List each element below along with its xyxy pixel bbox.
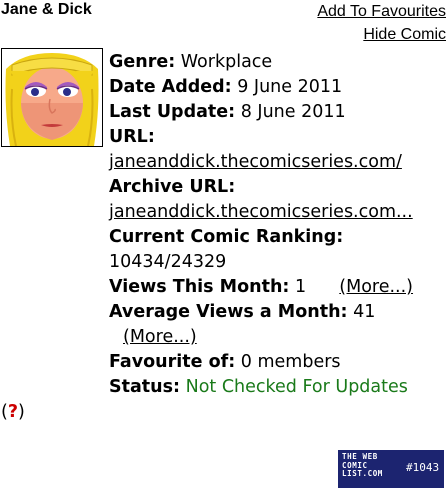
help-close-paren: ) <box>17 402 25 422</box>
ranking-label-row: Current Comic Ranking: <box>109 225 446 250</box>
avg-views-more-link[interactable]: (More...) <box>123 327 197 347</box>
views-month-label: Views This Month: <box>109 277 290 297</box>
url-label: URL: <box>109 127 155 147</box>
archive-url-label-row: Archive URL: <box>109 175 446 200</box>
avg-views-more-row: (More...) <box>109 325 446 350</box>
ranking-label: Current Comic Ranking: <box>109 227 344 247</box>
archive-url-label: Archive URL: <box>109 177 236 197</box>
status-label: Status: <box>109 377 181 397</box>
status-row: Status: Not Checked For Updates <box>109 375 446 400</box>
last-update-row: Last Update: 8 June 2011 <box>109 100 446 125</box>
avg-views-value: 41 <box>353 302 376 322</box>
date-added-value: 9 June 2011 <box>237 77 343 97</box>
status-help-row: (?) <box>1 400 25 425</box>
top-links: Add To Favourites Hide Comic <box>317 0 446 46</box>
favourite-row: Favourite of: 0 members <box>109 350 446 375</box>
favourite-label: Favourite of: <box>109 352 236 372</box>
genre-label: Genre: <box>109 52 176 72</box>
archive-url-link[interactable]: janeanddick.thecomicseries.com... <box>109 202 413 222</box>
hide-comic-link[interactable]: Hide Comic <box>317 23 446 46</box>
views-month-row: Views This Month: 1 (More...) <box>109 275 446 300</box>
logo-line-3: LIST.COM <box>342 469 383 479</box>
date-added-row: Date Added: 9 June 2011 <box>109 75 446 100</box>
cartoon-face-image <box>2 49 102 146</box>
status-help-icon[interactable]: ? <box>8 402 18 422</box>
genre-value: Workplace <box>180 52 273 72</box>
views-month-value: 1 <box>294 277 307 297</box>
genre-row: Genre: Workplace <box>109 50 446 75</box>
last-update-value: 8 June 2011 <box>240 102 346 122</box>
favourite-value: 0 members <box>240 352 341 372</box>
url-label-row: URL: <box>109 125 446 150</box>
web-comic-list-badge[interactable]: THE WEB COMIC LIST.COM #1043 <box>338 450 444 488</box>
add-to-favourites-link[interactable]: Add To Favourites <box>317 0 446 23</box>
badge-rank: #1043 <box>406 461 440 474</box>
views-month-more-link[interactable]: (More...) <box>339 277 413 297</box>
url-row: janeanddick.thecomicseries.com/ <box>109 150 446 175</box>
avg-views-label: Average Views a Month: <box>109 302 348 322</box>
comic-details: Genre: Workplace Date Added: 9 June 2011… <box>109 50 446 400</box>
archive-url-row: janeanddick.thecomicseries.com... <box>109 200 446 225</box>
last-update-label: Last Update: <box>109 102 236 122</box>
avg-views-row: Average Views a Month: 41 <box>109 300 446 325</box>
ranking-row: 10434/24329 <box>109 250 446 275</box>
comic-url-link[interactable]: janeanddick.thecomicseries.com/ <box>109 152 402 172</box>
status-value: Not Checked For Updates <box>185 377 408 397</box>
date-added-label: Date Added: <box>109 77 232 97</box>
comic-avatar[interactable] <box>1 48 103 147</box>
web-comic-list-logo: THE WEB COMIC LIST.COM <box>342 452 383 479</box>
ranking-value: 10434/24329 <box>109 252 227 272</box>
comic-title: Jane & Dick <box>1 1 92 18</box>
help-open-paren: ( <box>1 402 8 422</box>
